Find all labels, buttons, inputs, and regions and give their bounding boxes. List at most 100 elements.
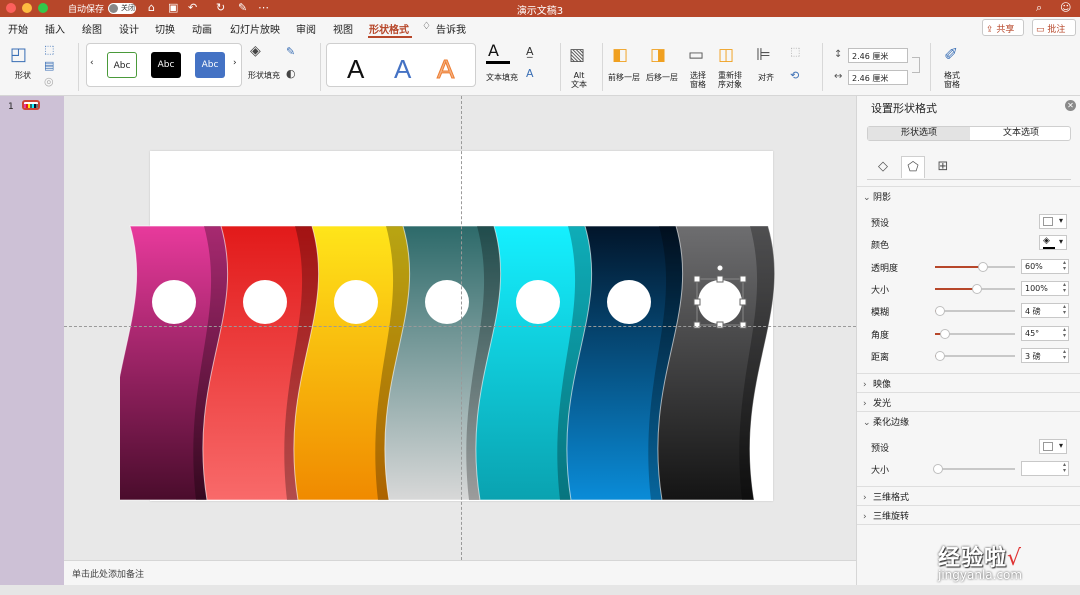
- soft-edges-section-header[interactable]: ⌄ 柔化边缘: [863, 415, 1075, 428]
- comment-button[interactable]: ▭ 批注: [1032, 19, 1076, 36]
- white-circle-2[interactable]: [243, 280, 287, 324]
- bring-forward-icon[interactable]: ◧: [612, 45, 628, 65]
- merge-shapes-icon[interactable]: ◎: [44, 75, 66, 89]
- white-circle-5[interactable]: [516, 280, 560, 324]
- group-icon[interactable]: ⬚: [790, 45, 812, 59]
- white-circle-6[interactable]: [607, 280, 651, 324]
- selection-pane-label[interactable]: 选择 窗格: [684, 71, 712, 89]
- text-box-icon[interactable]: ▤: [44, 59, 66, 73]
- close-icon[interactable]: ✕: [1065, 100, 1076, 111]
- blur-value[interactable]: 4 磅 ▴ ▾: [1021, 303, 1069, 318]
- wordart-blue-icon[interactable]: A: [394, 54, 411, 85]
- angle-slider[interactable]: [935, 329, 1015, 339]
- size-properties-icon[interactable]: ⊞: [931, 156, 955, 178]
- transparency-value[interactable]: 60% ▴ ▾: [1021, 259, 1069, 274]
- edit-shape-icon[interactable]: ⬚: [44, 43, 66, 57]
- shadow-color-picker[interactable]: ◈ ▾: [1039, 235, 1067, 250]
- distance-value[interactable]: 3 磅 ▴ ▾: [1021, 348, 1069, 363]
- shadow-preset-picker[interactable]: ▾: [1039, 214, 1067, 229]
- glow-section-header[interactable]: › 发光: [863, 396, 1075, 409]
- slide-thumbnail[interactable]: [22, 100, 40, 110]
- text-outline-icon[interactable]: A̲: [526, 45, 548, 59]
- tab-shape-options[interactable]: 形状选项: [868, 127, 970, 140]
- rotate-icon[interactable]: ⟲: [790, 69, 812, 83]
- resize-handle[interactable]: [739, 321, 747, 329]
- wordart-gallery[interactable]: A A A: [326, 43, 476, 87]
- style-swatch-black[interactable]: Abc: [151, 52, 181, 78]
- style-swatch-outline[interactable]: Abc: [107, 52, 137, 78]
- shape-outline-icon[interactable]: ✎: [286, 45, 308, 59]
- blur-slider[interactable]: [934, 306, 1015, 316]
- transparency-slider[interactable]: [935, 262, 1015, 272]
- gallery-next-icon[interactable]: ›: [233, 58, 237, 68]
- shadow-section-header[interactable]: ⌄ 阴影: [863, 190, 1075, 203]
- tab-shape-format[interactable]: 形状格式: [369, 21, 409, 36]
- share-button[interactable]: ⇪ 共享: [982, 19, 1024, 36]
- align-icon[interactable]: ⊫: [756, 45, 771, 65]
- wave-ribbons-graphic[interactable]: [120, 224, 800, 514]
- resize-handle[interactable]: [693, 275, 701, 283]
- white-circle-3[interactable]: [334, 280, 378, 324]
- shapes-icon[interactable]: ◰: [10, 44, 27, 65]
- tab-slideshow[interactable]: 幻灯片放映: [230, 21, 280, 36]
- text-fill-icon[interactable]: A: [488, 41, 499, 60]
- angle-value[interactable]: 45° ▴ ▾: [1021, 326, 1069, 341]
- send-backward-label[interactable]: 后移一层: [644, 73, 680, 82]
- resize-handle[interactable]: [716, 321, 724, 329]
- tab-insert[interactable]: 插入: [45, 21, 65, 36]
- format-3d-section-header[interactable]: › 三维格式: [863, 490, 1075, 503]
- reflection-section-header[interactable]: › 映像: [863, 377, 1075, 390]
- search-icon[interactable]: ⌕: [1036, 1, 1042, 15]
- shape-styles-gallery[interactable]: ‹ Abc Abc Abc ›: [86, 43, 242, 87]
- wordart-black-icon[interactable]: A: [347, 54, 364, 85]
- white-circle-4[interactable]: [425, 280, 469, 324]
- alt-text-label[interactable]: Alt 文本: [564, 71, 594, 89]
- shadow-size-slider[interactable]: [935, 284, 1015, 294]
- resize-handle[interactable]: [693, 321, 701, 329]
- selection-pane-icon[interactable]: ▭: [688, 45, 704, 65]
- tab-transitions[interactable]: 切换: [155, 21, 175, 36]
- tab-view[interactable]: 视图: [333, 21, 353, 36]
- wordart-orange-icon[interactable]: A: [436, 54, 454, 85]
- reorder-objects-icon[interactable]: ◫: [718, 45, 734, 65]
- send-backward-icon[interactable]: ◨: [650, 45, 666, 65]
- effects-pentagon-icon[interactable]: ⬠: [901, 156, 925, 178]
- style-swatch-blue[interactable]: Abc: [195, 52, 225, 78]
- soft-preset-picker[interactable]: ▾: [1039, 439, 1067, 454]
- notes-area[interactable]: 单击此处添加备注: [64, 560, 856, 585]
- tab-home[interactable]: 开始: [8, 21, 28, 36]
- resize-handle[interactable]: [693, 298, 701, 306]
- tab-text-options[interactable]: 文本选项: [970, 127, 1072, 140]
- height-input[interactable]: 2.46 厘米: [848, 48, 908, 63]
- paint-bucket-icon[interactable]: ◈: [250, 43, 261, 59]
- white-circle-7[interactable]: [698, 280, 742, 324]
- tab-animations[interactable]: 动画: [192, 21, 212, 36]
- alt-text-icon[interactable]: ▧: [569, 45, 585, 65]
- tab-draw[interactable]: 绘图: [82, 21, 102, 36]
- shape-effects-icon[interactable]: ◐: [286, 67, 308, 81]
- width-input[interactable]: 2.46 厘米: [848, 70, 908, 85]
- tab-review[interactable]: 审阅: [296, 21, 316, 36]
- lock-aspect-icon[interactable]: [912, 57, 920, 73]
- resize-handle[interactable]: [739, 298, 747, 306]
- fill-line-icon[interactable]: ◇: [871, 156, 895, 178]
- rotate-handle[interactable]: [716, 264, 724, 272]
- format-pane-icon[interactable]: ✐: [944, 45, 958, 65]
- resize-handle[interactable]: [739, 275, 747, 283]
- distance-slider[interactable]: [934, 351, 1015, 361]
- tab-design[interactable]: 设计: [119, 21, 139, 36]
- shadow-size-value[interactable]: 100% ▴ ▾: [1021, 281, 1069, 296]
- slide-canvas[interactable]: [64, 96, 856, 560]
- account-icon[interactable]: ☺: [1060, 1, 1071, 14]
- bring-forward-label[interactable]: 前移一层: [606, 73, 642, 82]
- soft-size-value[interactable]: ▴ ▾: [1021, 461, 1069, 476]
- tell-me[interactable]: 告诉我: [436, 21, 466, 36]
- rotation-3d-section-header[interactable]: › 三维旋转: [863, 509, 1075, 522]
- white-circle-1[interactable]: [152, 280, 196, 324]
- text-effects-icon[interactable]: A: [526, 67, 548, 81]
- gallery-prev-icon[interactable]: ‹: [90, 58, 94, 68]
- align-label[interactable]: 对齐: [752, 73, 780, 82]
- soft-size-slider[interactable]: [933, 464, 1015, 474]
- format-pane-label[interactable]: 格式 窗格: [938, 71, 966, 89]
- reorder-objects-label[interactable]: 重新排 序对象: [712, 71, 748, 89]
